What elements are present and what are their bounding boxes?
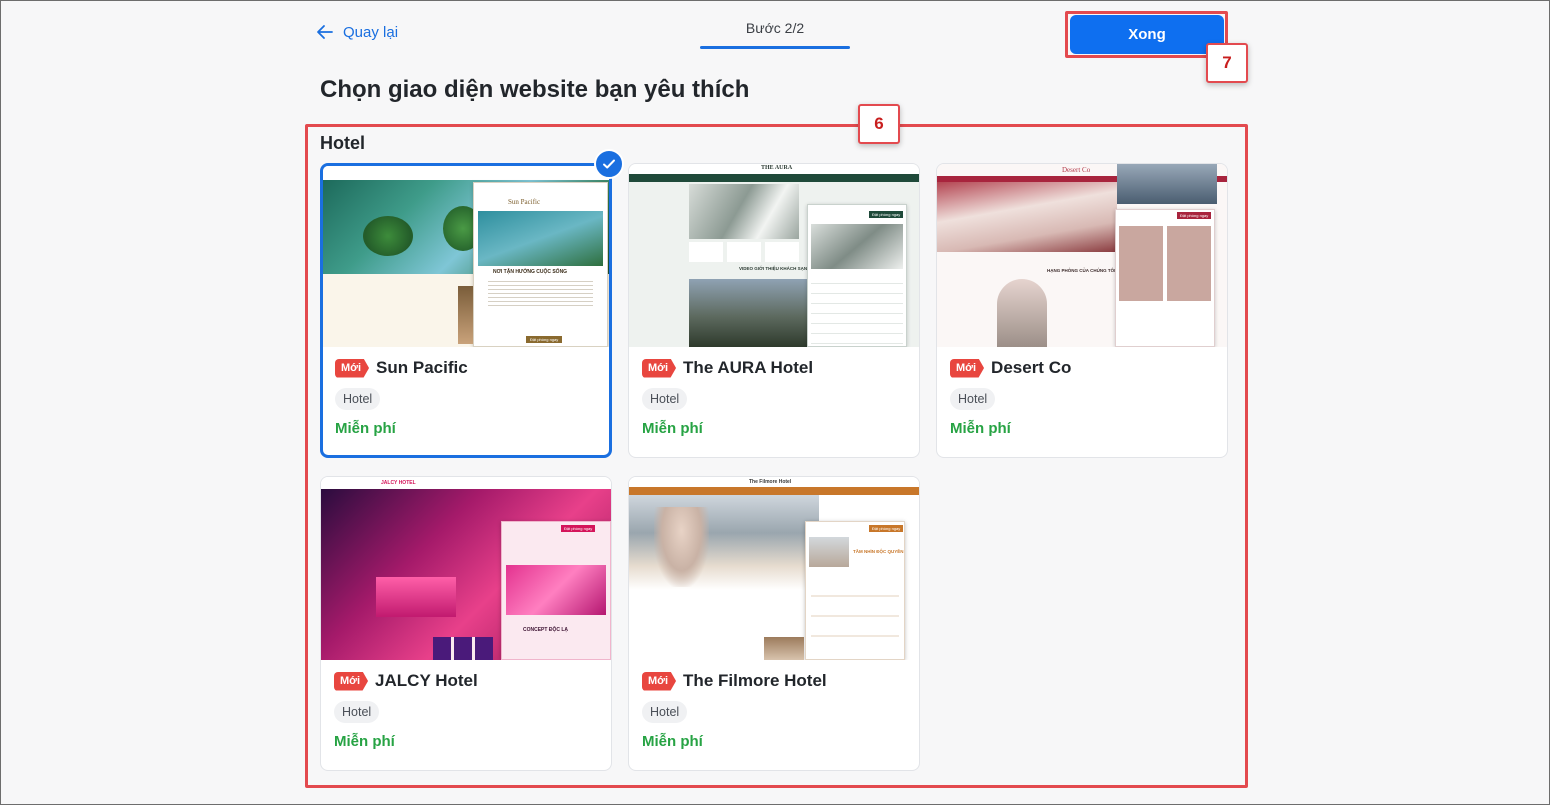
price-label: Miễn phí [642,733,703,750]
template-thumbnail: JALCY HOTEL CONCEPT ĐỘC LẠ Đặt phòng nga… [321,477,611,660]
template-card-desert-co[interactable]: Desert Co HẠNG PHÒNG CỦA CHÚNG TÔI Đặt p… [936,163,1228,458]
thumb-brand: Sun Pacific [508,198,541,206]
price-label: Miễn phí [642,420,703,437]
thumb-cta: Đặt phòng ngay [869,525,904,532]
category-tag: Hotel [334,701,380,723]
new-badge: Mới [642,671,677,691]
done-button[interactable]: Xong [1070,15,1224,54]
template-name: Sun Pacific [376,358,468,377]
thumb-title: TẦM NHÌN ĐỘC QUYỀN [853,549,904,554]
thumb-title: HẠNG PHÒNG CỦA CHÚNG TÔI [1047,268,1116,273]
template-name: JALCY Hotel [375,671,478,690]
thumb-brand: Desert Co [1062,166,1091,174]
price-label: Miễn phí [335,420,396,437]
template-thumbnail: The Filmore Hotel TẦM NHÌN ĐỘC QUYỀN Đặt… [629,477,919,660]
new-badge: Mới [334,671,369,691]
category-tag: Hotel [335,388,381,410]
page-title: Chọn giao diện website bạn yêu thích [320,76,750,103]
callout-7: 7 [1206,43,1248,83]
callout-6: 6 [858,104,900,144]
step-indicator: Bước 2/2 [745,20,805,36]
thumb-cta: Đặt phòng ngay [1177,212,1212,219]
back-label: Quay lại [343,23,399,41]
thumb-cta: Đặt phòng ngay [561,525,596,532]
thumb-brand: The Filmore Hotel [749,479,792,485]
thumb-cta: Đặt phòng ngay [526,336,563,343]
thumb-cta: Đặt phòng ngay [869,211,904,218]
template-name: The Filmore Hotel [683,671,827,690]
category-tag: Hotel [950,388,996,410]
template-name: The AURA Hotel [683,358,814,377]
arrow-left-icon [317,25,333,39]
category-tag: Hotel [642,701,688,723]
template-card-the-aura-hotel[interactable]: THE AURA VIDEO GIỚI THIỆU KHÁCH SẠN Đặt … [628,163,920,458]
template-thumbnail: Desert Co HẠNG PHÒNG CỦA CHÚNG TÔI Đặt p… [937,164,1227,347]
thumb-title: NƠI TẬN HƯỞNG CUỘC SỐNG [493,269,568,275]
new-badge: Mới [950,358,985,378]
template-name: Desert Co [991,358,1072,377]
template-card-the-filmore-hotel[interactable]: The Filmore Hotel TẦM NHÌN ĐỘC QUYỀN Đặt… [628,476,920,771]
thumb-brand: THE AURA [761,165,793,171]
thumb-title: CONCEPT ĐỘC LẠ [523,627,568,633]
template-thumbnail: THE AURA VIDEO GIỚI THIỆU KHÁCH SẠN Đặt … [629,164,919,347]
selected-check-icon [594,149,624,179]
step-progress-bar [700,46,850,49]
category-tag: Hotel [642,388,688,410]
price-label: Miễn phí [334,733,395,750]
price-label: Miễn phí [950,420,1011,437]
new-badge: Mới [642,358,677,378]
thumb-brand: JALCY HOTEL [381,480,416,486]
template-card-jalcy-hotel[interactable]: JALCY HOTEL CONCEPT ĐỘC LẠ Đặt phòng nga… [320,476,612,771]
template-card-sun-pacific[interactable]: Sun Pacific NƠI TẬN HƯỞNG CUỘC SỐNG Đặt … [320,163,612,458]
section-title: Hotel [320,133,365,153]
thumb-title: VIDEO GIỚI THIỆU KHÁCH SẠN [739,266,808,271]
template-thumbnail: Sun Pacific NƠI TẬN HƯỞNG CUỘC SỐNG Đặt … [323,166,609,347]
back-button[interactable]: Quay lại [315,22,398,42]
new-badge: Mới [335,358,370,378]
